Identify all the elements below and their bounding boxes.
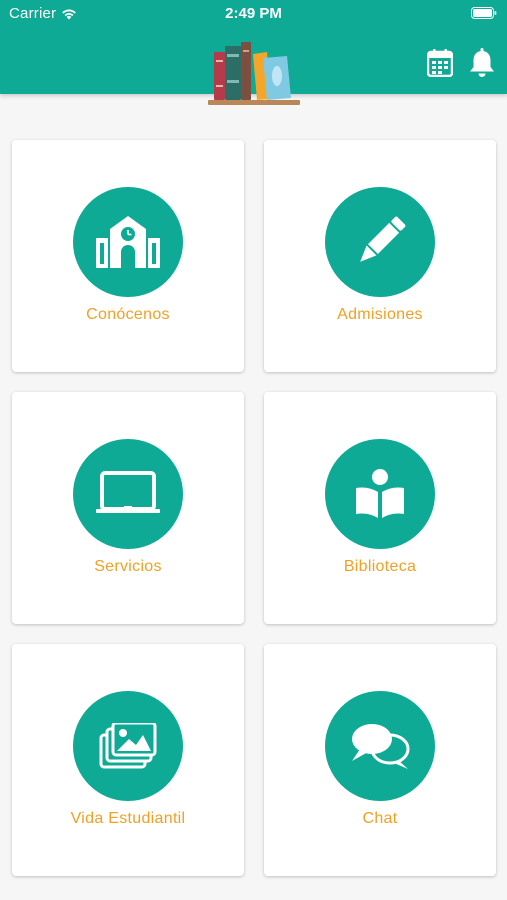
icon-circle xyxy=(73,691,183,801)
status-bar: Carrier 2:49 PM xyxy=(0,0,507,28)
bell-icon[interactable] xyxy=(469,48,495,78)
menu-card-label: Chat xyxy=(362,810,398,827)
bookshelf-logo xyxy=(208,42,300,105)
menu-grid: Conócenos Admisiones Servicios Bibliotec… xyxy=(12,140,496,876)
menu-card-chat[interactable]: Chat xyxy=(264,644,496,876)
menu-card-admisiones[interactable]: Admisiones xyxy=(264,140,496,372)
header-actions xyxy=(427,48,495,78)
menu-card-label: Biblioteca xyxy=(343,558,417,575)
calendar-icon[interactable] xyxy=(427,49,453,77)
icon-circle xyxy=(325,187,435,297)
menu-card-servicios[interactable]: Servicios xyxy=(12,392,244,624)
menu-card-label: Servicios xyxy=(94,558,162,575)
menu-card-label: Conócenos xyxy=(86,306,170,323)
menu-card-label: Admisiones xyxy=(337,306,423,323)
app-header: Carrier 2:49 PM xyxy=(0,0,507,105)
battery-icon xyxy=(471,7,497,19)
school-building-icon xyxy=(96,216,160,268)
menu-card-label: Vida Estudiantil xyxy=(70,810,186,827)
photo-gallery-icon xyxy=(99,723,157,769)
computer-board-icon xyxy=(96,471,160,513)
icon-circle xyxy=(325,439,435,549)
menu-card-conocenos[interactable]: Conócenos xyxy=(12,140,244,372)
menu-card-biblioteca[interactable]: Biblioteca xyxy=(264,392,496,624)
reading-person-icon xyxy=(356,469,404,518)
chat-bubbles-icon xyxy=(352,724,410,769)
icon-circle xyxy=(73,439,183,549)
icon-circle xyxy=(325,691,435,801)
icon-circle xyxy=(73,187,183,297)
status-time: 2:49 PM xyxy=(225,5,282,22)
pencil-icon xyxy=(360,216,406,262)
menu-card-vida-estudiantil[interactable]: Vida Estudiantil xyxy=(12,644,244,876)
